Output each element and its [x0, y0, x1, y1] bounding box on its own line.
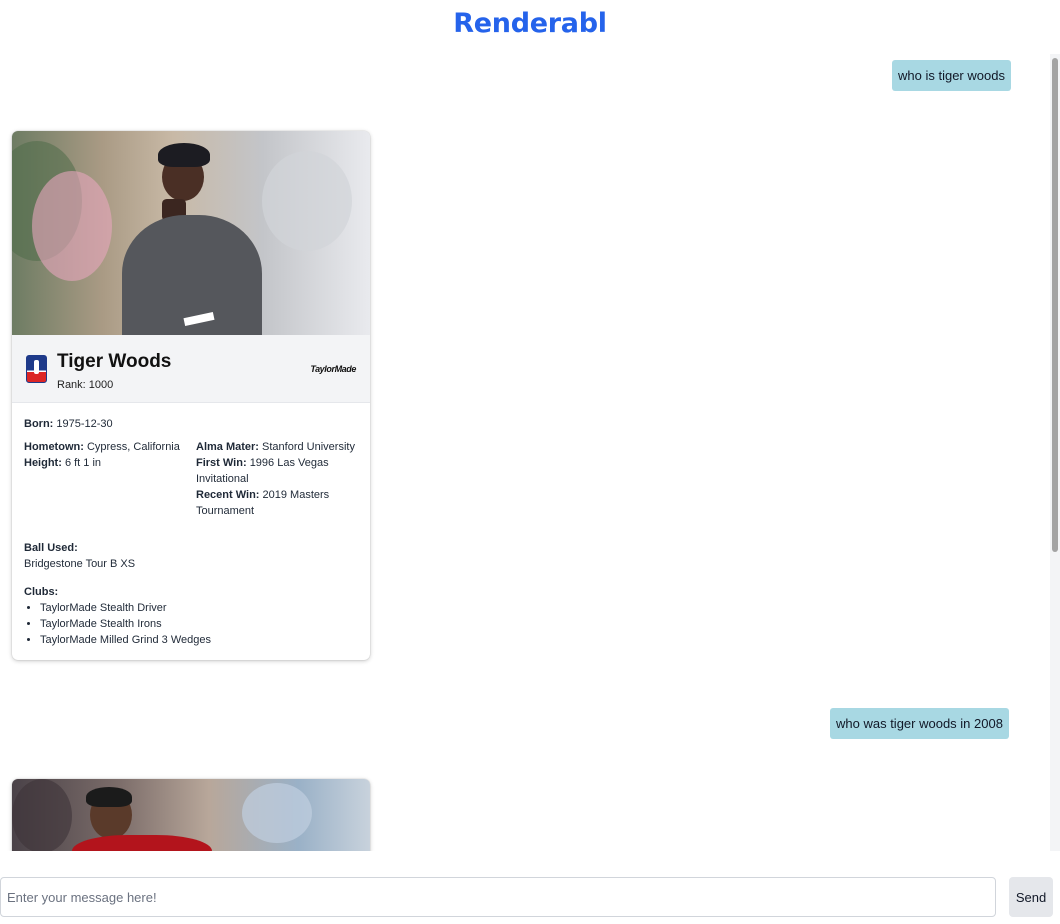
alma-mater-value: Stanford University [262, 441, 355, 453]
list-item: TaylorMade Milled Grind 3 Wedges [40, 632, 358, 648]
player-photo [12, 131, 370, 335]
chat-scrollbar[interactable] [1050, 54, 1060, 851]
sponsor-logo: TaylorMade [310, 364, 356, 374]
hometown-row: Hometown: Cypress, California [24, 439, 186, 455]
clubs-list: TaylorMade Stealth Driver TaylorMade Ste… [24, 600, 358, 648]
send-button[interactable]: Send [1009, 877, 1053, 917]
clubs-label: Clubs: [24, 586, 59, 598]
first-win-label: First Win: [196, 457, 247, 469]
player-card [12, 779, 370, 851]
ball-label: Ball Used: [24, 542, 78, 554]
first-win-row: First Win: 1996 Las Vegas Invitational [196, 455, 358, 487]
message-input[interactable] [0, 877, 996, 917]
recent-win-row: Recent Win: 2019 Masters Tournament [196, 487, 358, 519]
chat-history[interactable]: who is tiger woods Tiger Woods Rank: 100… [0, 54, 1060, 851]
scrollbar-thumb[interactable] [1052, 58, 1058, 552]
hometown-label: Hometown: [24, 441, 84, 453]
ball-value: Bridgestone Tour B XS [24, 558, 136, 570]
ball-section: Ball Used: Bridgestone Tour B XS [24, 540, 358, 572]
user-message: who was tiger woods in 2008 [830, 708, 1009, 739]
player-rank: Rank: 1000 [57, 379, 114, 391]
height-label: Height: [24, 457, 62, 469]
user-message: who is tiger woods [892, 60, 1011, 91]
born-label: Born: [24, 418, 54, 430]
list-item: TaylorMade Stealth Irons [40, 616, 358, 632]
player-card: Tiger Woods Rank: 1000 TaylorMade Born: … [12, 131, 370, 660]
recent-win-label: Recent Win: [196, 489, 260, 501]
alma-mater-label: Alma Mater: [196, 441, 259, 453]
pga-tour-logo-icon [26, 355, 47, 383]
app-title: Renderabl [453, 8, 607, 39]
born-value: 1975-12-30 [56, 418, 113, 430]
player-photo [12, 779, 370, 851]
alma-mater-row: Alma Mater: Stanford University [196, 439, 358, 455]
born-row: Born: 1975-12-30 [24, 416, 358, 432]
list-item: TaylorMade Stealth Driver [40, 600, 358, 616]
clubs-section: Clubs: TaylorMade Stealth Driver TaylorM… [24, 584, 358, 648]
card-body: Born: 1975-12-30 Hometown: Cypress, Cali… [12, 403, 370, 660]
player-name: Tiger Woods [57, 351, 172, 372]
height-value: 6 ft 1 in [64, 457, 102, 469]
hometown-value: Cypress, California [86, 441, 180, 453]
height-row: Height: 6 ft 1 in [24, 455, 186, 471]
card-header: Tiger Woods Rank: 1000 TaylorMade [12, 335, 370, 403]
